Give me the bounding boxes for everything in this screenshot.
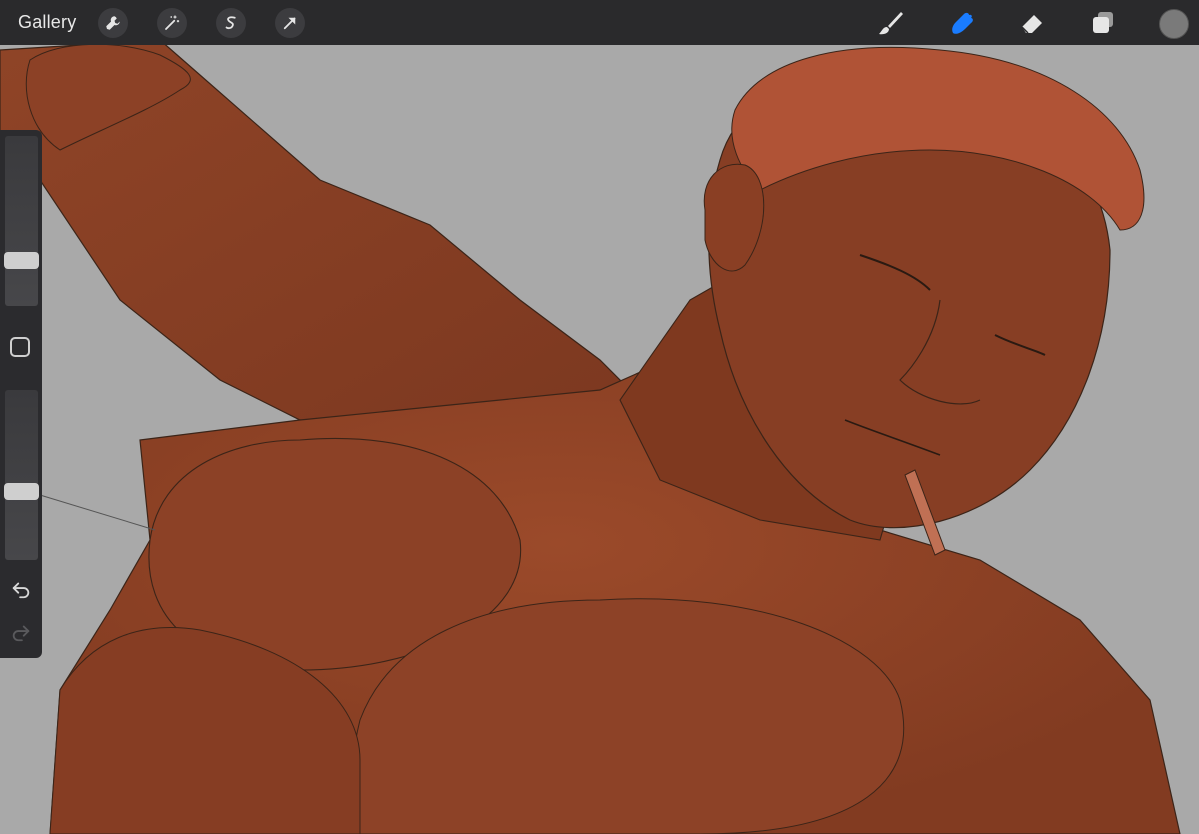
modify-icon[interactable] xyxy=(10,337,30,357)
magic-wand-icon xyxy=(165,15,180,30)
layers-button[interactable] xyxy=(1087,8,1119,38)
paint-tool-button[interactable] xyxy=(874,8,906,38)
selection-s-icon xyxy=(225,16,236,30)
brush-size-slider[interactable] xyxy=(5,136,38,306)
arrow-cursor-icon xyxy=(283,17,296,30)
wrench-icon xyxy=(106,16,120,30)
eraser-icon xyxy=(1021,15,1042,34)
actions-button[interactable] xyxy=(98,8,128,38)
side-toolbar xyxy=(0,130,42,658)
brush-opacity-thumb[interactable] xyxy=(4,483,39,500)
brush-size-thumb[interactable] xyxy=(4,252,39,269)
smudge-tool-button[interactable] xyxy=(945,8,977,38)
top-toolbar: Gallery xyxy=(0,0,1199,45)
color-picker-button[interactable] xyxy=(1159,9,1189,39)
smudge-finger-icon xyxy=(952,12,973,34)
brush-opacity-slider[interactable] xyxy=(5,390,38,560)
eraser-tool-button[interactable] xyxy=(1016,8,1048,38)
layers-icon xyxy=(1093,12,1113,33)
transform-button[interactable] xyxy=(275,8,305,38)
adjustments-button[interactable] xyxy=(157,8,187,38)
redo-icon[interactable] xyxy=(10,621,32,643)
undo-icon[interactable] xyxy=(10,578,32,600)
brush-icon xyxy=(879,12,903,35)
selection-button[interactable] xyxy=(216,8,246,38)
gallery-button[interactable]: Gallery xyxy=(18,12,76,33)
drawing-canvas[interactable] xyxy=(0,0,1199,834)
